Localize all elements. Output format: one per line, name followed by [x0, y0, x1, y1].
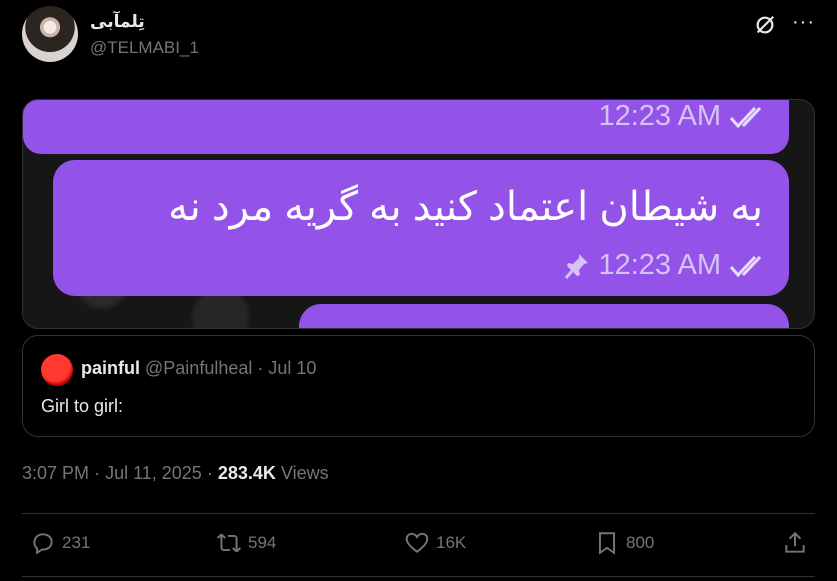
bubble-timestamp: 12:23 AM	[598, 100, 721, 132]
like-count: 16K	[436, 533, 467, 552]
author-handle[interactable]: @TELMABI_1	[90, 38, 199, 58]
author-display-name[interactable]: تِلمآبی	[90, 12, 145, 32]
chat-bubble	[299, 304, 789, 328]
views-count: 283.4K	[217, 463, 276, 483]
repost-count: 594	[248, 533, 277, 552]
reply-icon	[33, 533, 53, 555]
more-options-icon[interactable]: ···	[792, 11, 815, 34]
dot-separator: ·	[94, 463, 106, 483]
divider	[22, 513, 815, 514]
quoted-tweet[interactable]: painful @Painfulheal · Jul 10 Girl to gi…	[22, 335, 815, 437]
bubble-timestamp: 12:23 AM	[598, 249, 721, 281]
quoted-author-avatar	[41, 354, 73, 386]
heart-icon	[405, 532, 429, 553]
post-time[interactable]: 3:07 PM	[22, 463, 89, 483]
tweet-header: تِلمآبی @TELMABI_1 ···	[22, 6, 822, 66]
dot-separator: ·	[257, 358, 269, 378]
bookmark-count: 800	[626, 533, 655, 552]
views-label: Views	[280, 463, 329, 483]
bookmark-button[interactable]: 800	[594, 530, 654, 556]
message-text: به شیطان اعتماد کنید به گریه مرد نه	[168, 185, 763, 229]
reply-button[interactable]: 231	[30, 530, 90, 556]
bookmark-icon	[598, 532, 616, 555]
reply-count: 231	[62, 533, 91, 552]
quoted-text: Girl to girl:	[41, 396, 124, 416]
chat-bubble: 12:23 AM	[23, 100, 789, 154]
quoted-author-name: painful	[81, 358, 140, 378]
action-bar: 231 594 16K 800	[22, 530, 815, 564]
double-check-icon	[729, 255, 762, 277]
share-icon	[785, 531, 805, 553]
share-button[interactable]	[782, 530, 808, 556]
tweet-stats: 3:07 PM · Jul 11, 2025 · 283.4K Views	[22, 463, 329, 484]
author-avatar[interactable]	[22, 6, 78, 62]
double-check-icon	[729, 106, 762, 128]
dot-separator: ·	[206, 463, 218, 483]
quoted-date: Jul 10	[268, 358, 317, 378]
repost-icon	[216, 533, 242, 553]
repost-button[interactable]: 594	[216, 530, 276, 556]
chat-bubble: به شیطان اعتماد کنید به گریه مرد نه 12:2…	[53, 160, 789, 296]
like-button[interactable]: 16K	[404, 530, 466, 556]
post-date[interactable]: Jul 11, 2025	[105, 463, 202, 483]
divider	[22, 576, 815, 577]
pin-icon	[565, 253, 589, 279]
quoted-author-handle: @Painfulheal	[145, 358, 253, 378]
grok-icon[interactable]	[754, 14, 776, 36]
tweet-media-image[interactable]: 12:23 AM به شیطان اعتماد کنید به گریه مر…	[22, 99, 815, 329]
